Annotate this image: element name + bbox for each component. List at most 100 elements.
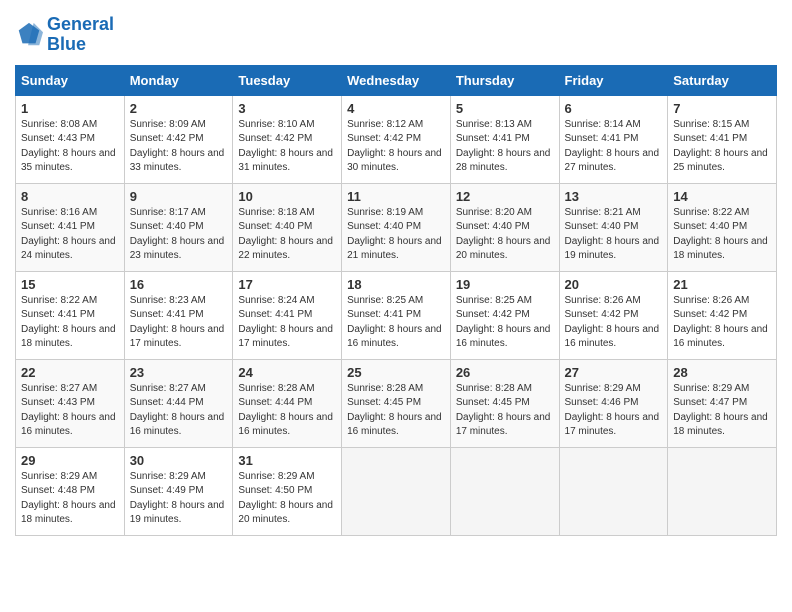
day-number: 24 xyxy=(238,365,336,380)
day-detail: Sunrise: 8:17 AMSunset: 4:40 PMDaylight:… xyxy=(130,207,225,262)
logo: General Blue xyxy=(15,15,114,55)
calendar-cell xyxy=(559,447,668,535)
day-number: 31 xyxy=(238,453,336,468)
col-header-friday: Friday xyxy=(559,65,668,95)
day-detail: Sunrise: 8:10 AMSunset: 4:42 PMDaylight:… xyxy=(238,119,333,174)
header-row: SundayMondayTuesdayWednesdayThursdayFrid… xyxy=(16,65,777,95)
calendar-cell: 21 Sunrise: 8:26 AMSunset: 4:42 PMDaylig… xyxy=(668,271,777,359)
day-number: 25 xyxy=(347,365,445,380)
day-detail: Sunrise: 8:28 AMSunset: 4:45 PMDaylight:… xyxy=(456,383,551,438)
day-detail: Sunrise: 8:13 AMSunset: 4:41 PMDaylight:… xyxy=(456,119,551,174)
day-number: 16 xyxy=(130,277,228,292)
calendar-cell: 2 Sunrise: 8:09 AMSunset: 4:42 PMDayligh… xyxy=(124,95,233,183)
calendar-cell: 31 Sunrise: 8:29 AMSunset: 4:50 PMDaylig… xyxy=(233,447,342,535)
calendar-table: SundayMondayTuesdayWednesdayThursdayFrid… xyxy=(15,65,777,536)
day-number: 26 xyxy=(456,365,554,380)
day-number: 28 xyxy=(673,365,771,380)
day-number: 17 xyxy=(238,277,336,292)
calendar-cell: 29 Sunrise: 8:29 AMSunset: 4:48 PMDaylig… xyxy=(16,447,125,535)
day-detail: Sunrise: 8:24 AMSunset: 4:41 PMDaylight:… xyxy=(238,295,333,350)
day-number: 12 xyxy=(456,189,554,204)
day-detail: Sunrise: 8:14 AMSunset: 4:41 PMDaylight:… xyxy=(565,119,660,174)
day-detail: Sunrise: 8:22 AMSunset: 4:41 PMDaylight:… xyxy=(21,295,116,350)
day-number: 30 xyxy=(130,453,228,468)
day-number: 13 xyxy=(565,189,663,204)
day-number: 8 xyxy=(21,189,119,204)
calendar-cell: 11 Sunrise: 8:19 AMSunset: 4:40 PMDaylig… xyxy=(342,183,451,271)
calendar-cell: 12 Sunrise: 8:20 AMSunset: 4:40 PMDaylig… xyxy=(450,183,559,271)
day-detail: Sunrise: 8:29 AMSunset: 4:50 PMDaylight:… xyxy=(238,471,333,526)
calendar-cell: 28 Sunrise: 8:29 AMSunset: 4:47 PMDaylig… xyxy=(668,359,777,447)
day-number: 27 xyxy=(565,365,663,380)
day-detail: Sunrise: 8:28 AMSunset: 4:45 PMDaylight:… xyxy=(347,383,442,438)
calendar-cell: 26 Sunrise: 8:28 AMSunset: 4:45 PMDaylig… xyxy=(450,359,559,447)
day-detail: Sunrise: 8:09 AMSunset: 4:42 PMDaylight:… xyxy=(130,119,225,174)
day-number: 14 xyxy=(673,189,771,204)
col-header-monday: Monday xyxy=(124,65,233,95)
calendar-cell: 6 Sunrise: 8:14 AMSunset: 4:41 PMDayligh… xyxy=(559,95,668,183)
calendar-week-2: 8 Sunrise: 8:16 AMSunset: 4:41 PMDayligh… xyxy=(16,183,777,271)
calendar-cell: 19 Sunrise: 8:25 AMSunset: 4:42 PMDaylig… xyxy=(450,271,559,359)
day-detail: Sunrise: 8:15 AMSunset: 4:41 PMDaylight:… xyxy=(673,119,768,174)
calendar-week-1: 1 Sunrise: 8:08 AMSunset: 4:43 PMDayligh… xyxy=(16,95,777,183)
day-number: 2 xyxy=(130,101,228,116)
day-detail: Sunrise: 8:19 AMSunset: 4:40 PMDaylight:… xyxy=(347,207,442,262)
day-detail: Sunrise: 8:20 AMSunset: 4:40 PMDaylight:… xyxy=(456,207,551,262)
day-detail: Sunrise: 8:29 AMSunset: 4:46 PMDaylight:… xyxy=(565,383,660,438)
calendar-week-3: 15 Sunrise: 8:22 AMSunset: 4:41 PMDaylig… xyxy=(16,271,777,359)
calendar-cell: 8 Sunrise: 8:16 AMSunset: 4:41 PMDayligh… xyxy=(16,183,125,271)
col-header-saturday: Saturday xyxy=(668,65,777,95)
day-detail: Sunrise: 8:08 AMSunset: 4:43 PMDaylight:… xyxy=(21,119,116,174)
calendar-cell: 24 Sunrise: 8:28 AMSunset: 4:44 PMDaylig… xyxy=(233,359,342,447)
day-detail: Sunrise: 8:22 AMSunset: 4:40 PMDaylight:… xyxy=(673,207,768,262)
day-detail: Sunrise: 8:28 AMSunset: 4:44 PMDaylight:… xyxy=(238,383,333,438)
calendar-cell: 10 Sunrise: 8:18 AMSunset: 4:40 PMDaylig… xyxy=(233,183,342,271)
calendar-cell: 22 Sunrise: 8:27 AMSunset: 4:43 PMDaylig… xyxy=(16,359,125,447)
day-number: 19 xyxy=(456,277,554,292)
day-detail: Sunrise: 8:21 AMSunset: 4:40 PMDaylight:… xyxy=(565,207,660,262)
day-number: 11 xyxy=(347,189,445,204)
day-number: 9 xyxy=(130,189,228,204)
calendar-cell: 5 Sunrise: 8:13 AMSunset: 4:41 PMDayligh… xyxy=(450,95,559,183)
col-header-thursday: Thursday xyxy=(450,65,559,95)
calendar-cell: 3 Sunrise: 8:10 AMSunset: 4:42 PMDayligh… xyxy=(233,95,342,183)
day-number: 1 xyxy=(21,101,119,116)
calendar-week-4: 22 Sunrise: 8:27 AMSunset: 4:43 PMDaylig… xyxy=(16,359,777,447)
calendar-cell: 9 Sunrise: 8:17 AMSunset: 4:40 PMDayligh… xyxy=(124,183,233,271)
day-detail: Sunrise: 8:25 AMSunset: 4:42 PMDaylight:… xyxy=(456,295,551,350)
page-header: General Blue xyxy=(15,15,777,55)
col-header-tuesday: Tuesday xyxy=(233,65,342,95)
day-detail: Sunrise: 8:25 AMSunset: 4:41 PMDaylight:… xyxy=(347,295,442,350)
day-detail: Sunrise: 8:16 AMSunset: 4:41 PMDaylight:… xyxy=(21,207,116,262)
calendar-cell: 13 Sunrise: 8:21 AMSunset: 4:40 PMDaylig… xyxy=(559,183,668,271)
day-detail: Sunrise: 8:29 AMSunset: 4:49 PMDaylight:… xyxy=(130,471,225,526)
calendar-cell: 16 Sunrise: 8:23 AMSunset: 4:41 PMDaylig… xyxy=(124,271,233,359)
calendar-cell: 1 Sunrise: 8:08 AMSunset: 4:43 PMDayligh… xyxy=(16,95,125,183)
day-number: 15 xyxy=(21,277,119,292)
day-detail: Sunrise: 8:23 AMSunset: 4:41 PMDaylight:… xyxy=(130,295,225,350)
calendar-cell: 18 Sunrise: 8:25 AMSunset: 4:41 PMDaylig… xyxy=(342,271,451,359)
day-detail: Sunrise: 8:29 AMSunset: 4:47 PMDaylight:… xyxy=(673,383,768,438)
day-number: 4 xyxy=(347,101,445,116)
day-number: 21 xyxy=(673,277,771,292)
day-detail: Sunrise: 8:29 AMSunset: 4:48 PMDaylight:… xyxy=(21,471,116,526)
calendar-week-5: 29 Sunrise: 8:29 AMSunset: 4:48 PMDaylig… xyxy=(16,447,777,535)
calendar-cell: 25 Sunrise: 8:28 AMSunset: 4:45 PMDaylig… xyxy=(342,359,451,447)
calendar-cell: 20 Sunrise: 8:26 AMSunset: 4:42 PMDaylig… xyxy=(559,271,668,359)
day-number: 5 xyxy=(456,101,554,116)
day-detail: Sunrise: 8:26 AMSunset: 4:42 PMDaylight:… xyxy=(673,295,768,350)
day-number: 10 xyxy=(238,189,336,204)
calendar-cell: 7 Sunrise: 8:15 AMSunset: 4:41 PMDayligh… xyxy=(668,95,777,183)
day-detail: Sunrise: 8:18 AMSunset: 4:40 PMDaylight:… xyxy=(238,207,333,262)
calendar-cell xyxy=(668,447,777,535)
calendar-cell: 17 Sunrise: 8:24 AMSunset: 4:41 PMDaylig… xyxy=(233,271,342,359)
calendar-cell: 4 Sunrise: 8:12 AMSunset: 4:42 PMDayligh… xyxy=(342,95,451,183)
day-number: 29 xyxy=(21,453,119,468)
day-number: 3 xyxy=(238,101,336,116)
calendar-cell: 27 Sunrise: 8:29 AMSunset: 4:46 PMDaylig… xyxy=(559,359,668,447)
calendar-cell: 30 Sunrise: 8:29 AMSunset: 4:49 PMDaylig… xyxy=(124,447,233,535)
col-header-wednesday: Wednesday xyxy=(342,65,451,95)
calendar-cell xyxy=(450,447,559,535)
logo-icon xyxy=(15,21,43,49)
calendar-cell: 14 Sunrise: 8:22 AMSunset: 4:40 PMDaylig… xyxy=(668,183,777,271)
